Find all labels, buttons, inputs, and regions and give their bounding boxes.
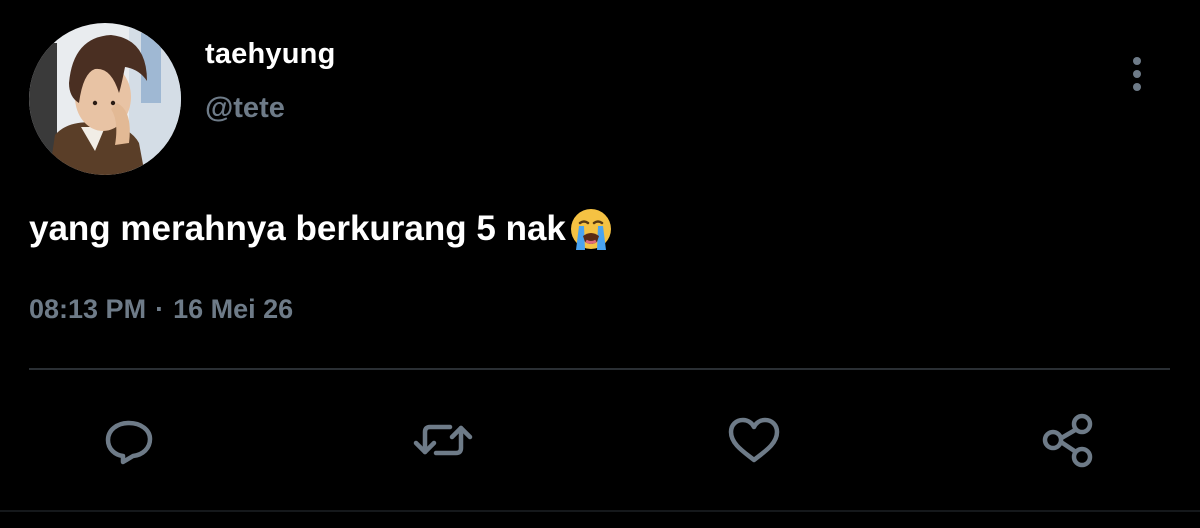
divider [29,368,1170,370]
loudly-crying-face-icon [568,206,614,252]
user-handle[interactable]: @tete [205,92,285,125]
share-icon [1042,413,1093,468]
like-button[interactable] [724,410,784,470]
more-options-icon[interactable] [1119,52,1155,96]
meta-separator: · [155,294,165,324]
share-button[interactable] [1039,410,1099,470]
reply-icon [105,420,153,465]
tweet-date: 16 Mei 26 [173,294,294,324]
retweet-button[interactable] [413,410,473,470]
reply-button[interactable] [99,410,159,470]
tweet-timestamp[interactable]: 08:13 PM · 16 Mei 26 [29,294,293,325]
tweet-time: 08:13 PM [29,294,147,324]
avatar-image [29,23,181,175]
retweet-icon [413,424,473,456]
avatar[interactable] [29,23,181,175]
tweet-body: yang merahnya berkurang 5 nak [29,206,614,252]
like-icon [728,417,780,463]
bottom-divider [0,510,1200,512]
display-name[interactable]: taehyung [205,38,336,71]
tweet-text: yang merahnya berkurang 5 nak [29,209,566,248]
